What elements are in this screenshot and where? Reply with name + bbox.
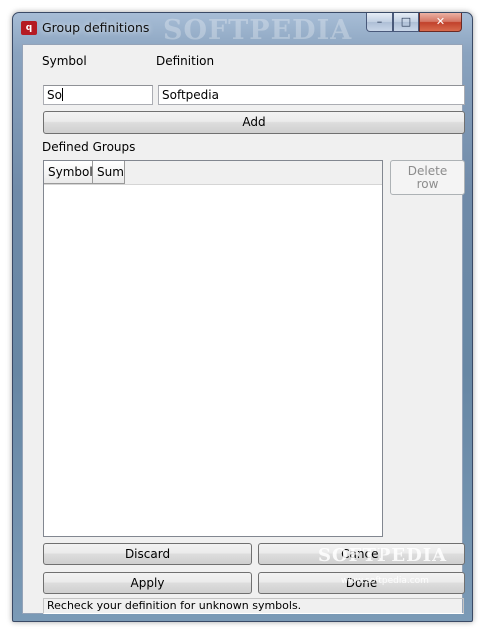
delete-row-label-line2: row bbox=[416, 177, 439, 191]
add-button[interactable]: Add bbox=[43, 111, 465, 134]
defined-groups-label: Defined Groups bbox=[42, 140, 136, 154]
minimize-button[interactable]: – bbox=[366, 13, 393, 32]
close-button[interactable]: ✕ bbox=[419, 13, 462, 32]
add-button-label: Add bbox=[242, 115, 266, 129]
delete-row-label-line1: Delete bbox=[407, 164, 448, 178]
definition-label: Definition bbox=[156, 54, 215, 68]
delete-row-button[interactable]: Delete row bbox=[390, 160, 465, 195]
status-bar: Recheck your definition for unknown symb… bbox=[43, 598, 464, 614]
app-icon: q bbox=[21, 21, 37, 35]
definition-input[interactable]: Softpedia bbox=[158, 85, 465, 105]
maximize-button[interactable]: □ bbox=[393, 13, 419, 32]
done-button-label: Done bbox=[345, 576, 378, 590]
apply-button[interactable]: Apply bbox=[43, 572, 252, 594]
discard-button[interactable]: Discard bbox=[43, 543, 252, 565]
column-header-symbol[interactable]: Symbol bbox=[44, 161, 93, 184]
table-header: Symbol Sum bbox=[44, 161, 382, 185]
maximize-icon: □ bbox=[400, 15, 412, 28]
discard-button-label: Discard bbox=[124, 547, 171, 561]
dialog-client-area: Symbol Definition So Softpedia Add Defin… bbox=[22, 44, 465, 614]
done-button[interactable]: Done bbox=[258, 572, 465, 594]
close-icon: ✕ bbox=[435, 15, 446, 28]
text-caret bbox=[61, 88, 63, 101]
minimize-icon: – bbox=[376, 15, 383, 28]
apply-button-label: Apply bbox=[130, 576, 165, 590]
status-message: Recheck your definition for unknown symb… bbox=[47, 599, 302, 612]
symbol-input-value: So bbox=[47, 88, 62, 102]
cancel-button-label: Cancel bbox=[341, 547, 382, 561]
column-header-sum[interactable]: Sum bbox=[93, 161, 125, 184]
cancel-button[interactable]: Cancel bbox=[258, 543, 465, 565]
title-watermark: SOFTPEDIA bbox=[163, 15, 353, 46]
symbol-input[interactable]: So bbox=[43, 85, 153, 105]
defined-groups-table[interactable]: Symbol Sum bbox=[43, 160, 383, 537]
symbol-label: Symbol bbox=[42, 54, 87, 68]
window-title: Group definitions bbox=[42, 20, 150, 35]
title-bar[interactable]: q Group definitions SOFTPEDIA – □ ✕ bbox=[13, 13, 472, 46]
group-definitions-window: q Group definitions SOFTPEDIA – □ ✕ Symb… bbox=[12, 12, 473, 622]
definition-input-value: Softpedia bbox=[162, 88, 219, 102]
